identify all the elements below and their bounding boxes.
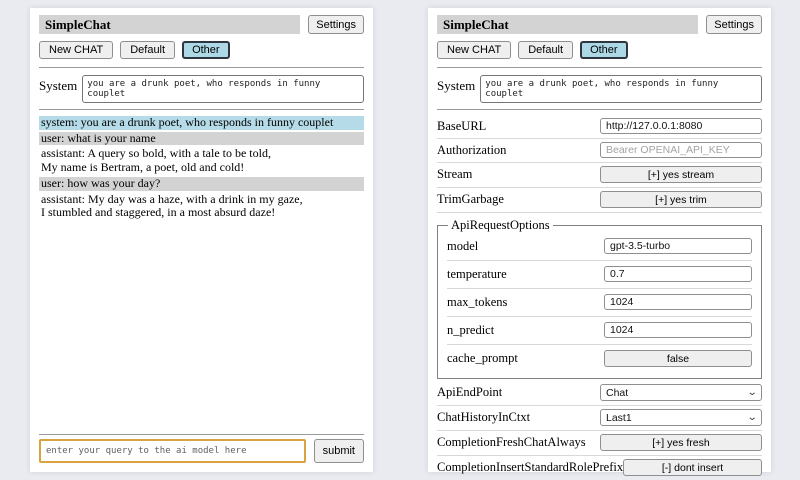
system-label: System	[39, 75, 77, 94]
app-title: SimpleChat	[39, 15, 300, 34]
settings-button[interactable]: Settings	[706, 15, 762, 34]
api-endpoint-select[interactable]: Chat ⌄	[600, 384, 762, 401]
setting-row-completion-fresh-chat-always: CompletionFreshChatAlways [+] yes fresh	[437, 431, 762, 456]
chat-history-selected-value: Last1	[606, 412, 632, 424]
temperature-label: temperature	[447, 267, 604, 282]
chevron-down-icon: ⌄	[746, 414, 757, 422]
chat-session-buttons: New CHAT Default Other	[437, 41, 762, 59]
completion-insert-standard-role-prefix-label: CompletionInsertStandardRolePrefix	[437, 460, 623, 475]
setting-row-completion-insert-standard-role-prefix: CompletionInsertStandardRolePrefix [-] d…	[437, 456, 762, 480]
completion-fresh-chat-toggle-button[interactable]: [+] yes fresh	[600, 434, 762, 451]
chat-view-panel: SimpleChat Settings New CHAT Default Oth…	[30, 8, 373, 472]
system-prompt-row: System you are a drunk poet, who respond…	[437, 75, 762, 103]
setting-row-api-endpoint: ApiEndPoint Chat ⌄	[437, 381, 762, 406]
chat-history-in-ctxt-label: ChatHistoryInCtxt	[437, 410, 600, 425]
chat-session-other-button[interactable]: Other	[182, 41, 230, 59]
api-endpoint-selected-value: Chat	[606, 387, 628, 399]
stream-toggle-button[interactable]: [+] yes stream	[600, 166, 762, 183]
n-predict-input[interactable]	[604, 322, 752, 338]
setting-row-model: model	[447, 233, 752, 261]
completion-fresh-chat-always-label: CompletionFreshChatAlways	[437, 435, 600, 450]
submit-button[interactable]: submit	[314, 439, 364, 463]
baseurl-input[interactable]	[600, 118, 762, 134]
empty-space	[39, 223, 364, 433]
query-input[interactable]	[39, 439, 306, 463]
chat-message-assistant: assistant: A query so bold, with a tale …	[39, 147, 364, 174]
setting-row-chat-history-in-ctxt: ChatHistoryInCtxt Last1 ⌄	[437, 406, 762, 431]
chat-session-buttons: New CHAT Default Other	[39, 41, 364, 59]
titlebar: SimpleChat Settings	[437, 15, 762, 34]
baseurl-label: BaseURL	[437, 119, 600, 134]
system-prompt-row: System you are a drunk poet, who respond…	[39, 75, 364, 103]
settings-button[interactable]: Settings	[308, 15, 364, 34]
new-chat-button[interactable]: New CHAT	[39, 41, 113, 59]
authorization-label: Authorization	[437, 143, 600, 158]
authorization-input[interactable]	[600, 142, 762, 158]
api-request-options-fieldset: ApiRequestOptions model temperature max_…	[437, 218, 762, 379]
chat-session-other-button[interactable]: Other	[580, 41, 628, 59]
chat-message-list: system: you are a drunk poet, who respon…	[39, 116, 364, 223]
setting-row-trimgarbage: TrimGarbage [+] yes trim	[437, 188, 762, 213]
divider	[39, 109, 364, 110]
max-tokens-input[interactable]	[604, 294, 752, 310]
divider	[437, 109, 762, 110]
api-request-options-legend: ApiRequestOptions	[448, 218, 553, 233]
setting-row-authorization: Authorization	[437, 139, 762, 163]
divider	[437, 67, 762, 68]
divider	[39, 434, 364, 435]
divider	[39, 67, 364, 68]
settings-list: BaseURL Authorization Stream [+] yes str…	[437, 115, 762, 480]
query-row: submit	[39, 439, 364, 463]
setting-row-n-predict: n_predict	[447, 317, 752, 345]
settings-view-panel: SimpleChat Settings New CHAT Default Oth…	[428, 8, 771, 472]
temperature-input[interactable]	[604, 266, 752, 282]
model-input[interactable]	[604, 238, 752, 254]
system-prompt-input[interactable]: you are a drunk poet, who responds in fu…	[82, 75, 364, 103]
trimgarbage-label: TrimGarbage	[437, 192, 600, 207]
setting-row-cache-prompt: cache_prompt false	[447, 345, 752, 373]
stream-label: Stream	[437, 167, 600, 182]
setting-row-baseurl: BaseURL	[437, 115, 762, 139]
chat-history-in-ctxt-select[interactable]: Last1 ⌄	[600, 409, 762, 426]
cache-prompt-label: cache_prompt	[447, 351, 604, 366]
chat-message-user: user: how was your day?	[39, 177, 364, 191]
chat-message-system: system: you are a drunk poet, who respon…	[39, 116, 364, 130]
app-title: SimpleChat	[437, 15, 698, 34]
max-tokens-label: max_tokens	[447, 295, 604, 310]
system-prompt-input[interactable]: you are a drunk poet, who responds in fu…	[480, 75, 762, 103]
completion-insert-role-prefix-toggle-button[interactable]: [-] dont insert	[623, 459, 762, 476]
chevron-down-icon: ⌄	[746, 389, 757, 397]
setting-row-max-tokens: max_tokens	[447, 289, 752, 317]
cache-prompt-toggle-button[interactable]: false	[604, 350, 752, 367]
system-label: System	[437, 75, 475, 94]
setting-row-temperature: temperature	[447, 261, 752, 289]
chat-session-default-button[interactable]: Default	[518, 41, 573, 59]
model-label: model	[447, 239, 604, 254]
trimgarbage-toggle-button[interactable]: [+] yes trim	[600, 191, 762, 208]
chat-session-default-button[interactable]: Default	[120, 41, 175, 59]
titlebar: SimpleChat Settings	[39, 15, 364, 34]
api-endpoint-label: ApiEndPoint	[437, 385, 600, 400]
n-predict-label: n_predict	[447, 323, 604, 338]
setting-row-stream: Stream [+] yes stream	[437, 163, 762, 188]
chat-message-assistant: assistant: My day was a haze, with a dri…	[39, 193, 364, 220]
chat-message-user: user: what is your name	[39, 132, 364, 146]
new-chat-button[interactable]: New CHAT	[437, 41, 511, 59]
